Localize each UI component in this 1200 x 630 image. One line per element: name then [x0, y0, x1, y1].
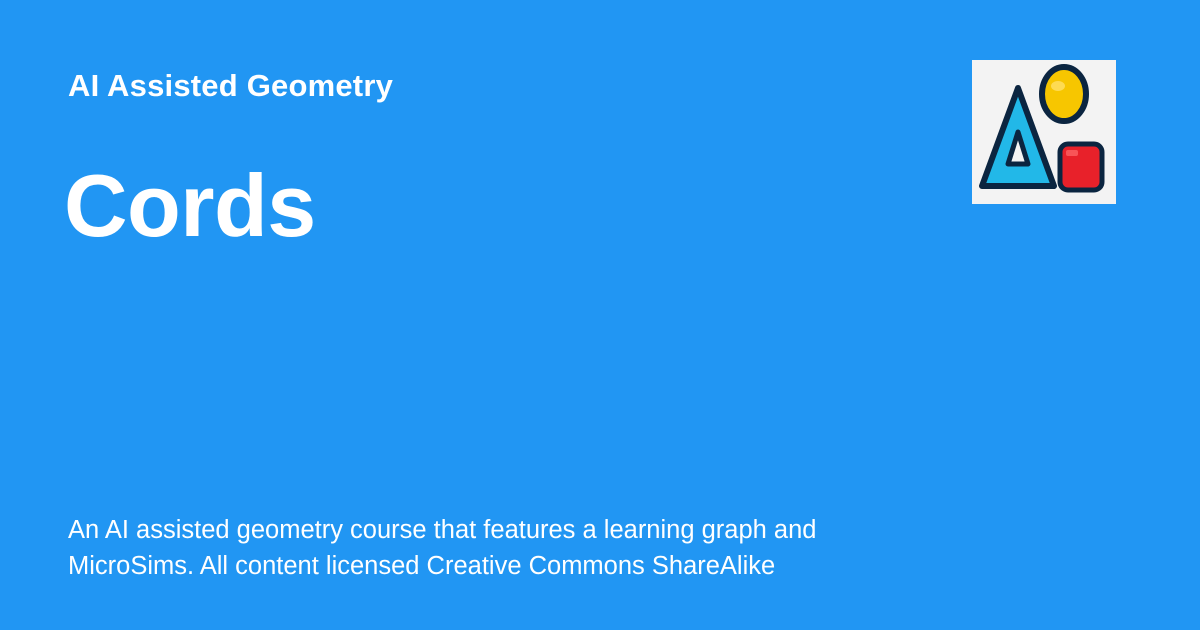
social-card: AI Assisted Geometry Cords An AI assiste…	[0, 0, 1200, 630]
site-name: AI Assisted Geometry	[68, 68, 394, 103]
page-title: Cords	[64, 156, 316, 255]
page-description: An AI assisted geometry course that feat…	[68, 516, 817, 580]
geometry-shapes-icon	[979, 64, 1105, 193]
site-logo	[972, 60, 1116, 204]
